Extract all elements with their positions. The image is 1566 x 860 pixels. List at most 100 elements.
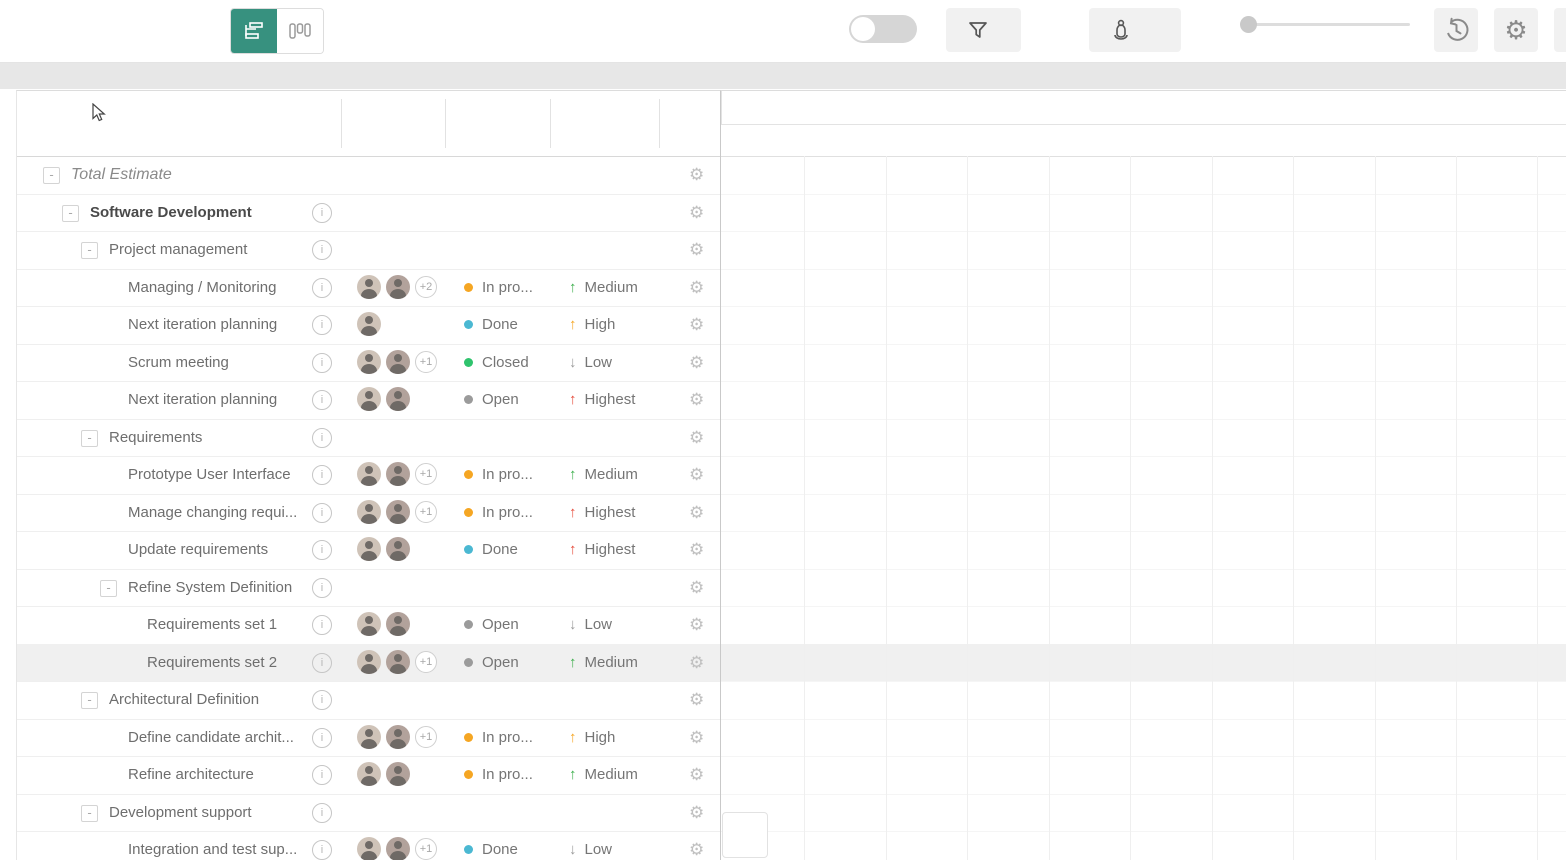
avatar[interactable] [386,500,410,524]
table-row[interactable]: Manage changing requi...i+1In pro...↑Hig… [17,494,721,533]
collapse-toggle[interactable]: - [100,580,117,597]
priority-cell[interactable]: ↑Medium [569,756,638,794]
avatar[interactable] [386,350,410,374]
avatar[interactable] [357,612,381,636]
status-cell[interactable]: In pro... [464,269,533,307]
collapse-toggle[interactable]: - [81,692,98,709]
table-row[interactable]: -Software Developmenti⚙ [17,194,721,233]
status-cell[interactable]: Open [464,644,519,682]
table-row[interactable]: -Total Estimate⚙ [17,156,721,195]
info-icon[interactable]: i [312,540,332,560]
table-row[interactable]: -Project managementi⚙ [17,231,721,270]
status-cell[interactable]: In pro... [464,456,533,494]
row-settings-icon[interactable]: ⚙ [689,831,704,860]
row-settings-icon[interactable]: ⚙ [689,606,704,644]
table-row[interactable]: Managing / Monitoringi+2In pro...↑Medium… [17,269,721,308]
avatar[interactable] [386,537,410,561]
status-cell[interactable]: In pro... [464,494,533,532]
avatar[interactable] [357,725,381,749]
row-settings-icon[interactable]: ⚙ [689,194,704,232]
table-row[interactable]: Scrum meetingi+1Closed↓Low⚙ [17,344,721,383]
collapse-toggle[interactable]: - [81,430,98,447]
priority-cell[interactable]: ↑Medium [569,644,638,682]
history-button[interactable] [1434,8,1478,52]
status-cell[interactable]: Done [464,831,518,860]
info-icon[interactable]: i [312,465,332,485]
row-settings-icon[interactable]: ⚙ [689,531,704,569]
row-settings-icon[interactable]: ⚙ [689,719,704,757]
info-icon[interactable]: i [312,803,332,823]
avatar[interactable] [357,762,381,786]
table-row[interactable]: Requirements set 2i+1Open↑Medium⚙ [17,644,721,683]
table-row[interactable]: Refine architectureiIn pro...↑Medium⚙ [17,756,721,795]
table-row[interactable]: Next iteration planningiOpen↑Highest⚙ [17,381,721,420]
gantt-view-button[interactable] [231,9,277,53]
info-icon[interactable]: i [312,765,332,785]
avatar[interactable] [357,387,381,411]
table-row[interactable]: Update requirementsiDone↑Highest⚙ [17,531,721,570]
avatar[interactable] [386,612,410,636]
avatar[interactable] [357,350,381,374]
avatar[interactable] [386,387,410,411]
avatar[interactable] [386,462,410,486]
partial-toolbar-button[interactable] [1554,8,1566,52]
info-icon[interactable]: i [312,690,332,710]
collapse-toggle[interactable]: - [81,805,98,822]
row-settings-icon[interactable]: ⚙ [689,681,704,719]
zoom-slider-knob[interactable] [1240,16,1257,33]
table-row[interactable]: -Architectural Definitioni⚙ [17,681,721,720]
table-row[interactable]: -Development supporti⚙ [17,794,721,833]
row-settings-icon[interactable]: ⚙ [689,456,704,494]
avatar[interactable] [357,462,381,486]
row-settings-icon[interactable]: ⚙ [689,306,704,344]
collapse-toggle[interactable]: - [43,167,60,184]
people-button[interactable] [1089,8,1181,52]
column-header-task-name[interactable] [17,91,341,156]
collapse-toggle[interactable]: - [62,205,79,222]
avatar[interactable] [357,312,381,336]
info-icon[interactable]: i [312,578,332,598]
status-cell[interactable]: Done [464,531,518,569]
row-settings-icon[interactable]: ⚙ [689,569,704,607]
filter-button[interactable] [946,8,1021,52]
settings-button[interactable]: ⚙ [1494,8,1538,52]
priority-cell[interactable]: ↓Low [569,606,612,644]
status-cell[interactable]: In pro... [464,719,533,757]
status-cell[interactable]: Closed [464,344,529,382]
info-icon[interactable]: i [312,315,332,335]
priority-cell[interactable]: ↑Medium [569,269,638,307]
table-row[interactable]: Integration and test sup...i+1Done↓Low⚙ [17,831,721,860]
status-cell[interactable]: Open [464,606,519,644]
avatar[interactable] [386,650,410,674]
avatar[interactable] [357,537,381,561]
avatar[interactable] [357,275,381,299]
status-cell[interactable]: Done [464,306,518,344]
info-icon[interactable]: i [312,428,332,448]
priority-cell[interactable]: ↓Low [569,831,612,860]
table-row[interactable]: Define candidate archit...i+1In pro...↑H… [17,719,721,758]
collapse-toggle[interactable]: - [81,242,98,259]
priority-cell[interactable]: ↑High [569,306,615,344]
group-by-resource-toggle[interactable] [849,15,917,43]
priority-cell[interactable]: ↑Highest [569,531,635,569]
row-settings-icon[interactable]: ⚙ [689,269,704,307]
avatar[interactable] [386,275,410,299]
table-row[interactable]: -Refine System Definitioni⚙ [17,569,721,608]
priority-cell[interactable]: ↑Medium [569,456,638,494]
row-settings-icon[interactable]: ⚙ [689,644,704,682]
table-row[interactable]: Prototype User Interfacei+1In pro...↑Med… [17,456,721,495]
column-header-priority[interactable] [550,91,659,156]
info-icon[interactable]: i [312,653,332,673]
board-view-button[interactable] [277,9,323,53]
info-icon[interactable]: i [312,840,332,860]
priority-cell[interactable]: ↑Highest [569,494,635,532]
priority-cell[interactable]: ↓Low [569,344,612,382]
avatar[interactable] [386,725,410,749]
row-settings-icon[interactable]: ⚙ [689,231,704,269]
row-settings-icon[interactable]: ⚙ [689,494,704,532]
row-settings-icon[interactable]: ⚙ [689,756,704,794]
info-icon[interactable]: i [312,203,332,223]
priority-cell[interactable]: ↑Highest [569,381,635,419]
table-row[interactable]: Requirements set 1iOpen↓Low⚙ [17,606,721,645]
avatar[interactable] [357,650,381,674]
